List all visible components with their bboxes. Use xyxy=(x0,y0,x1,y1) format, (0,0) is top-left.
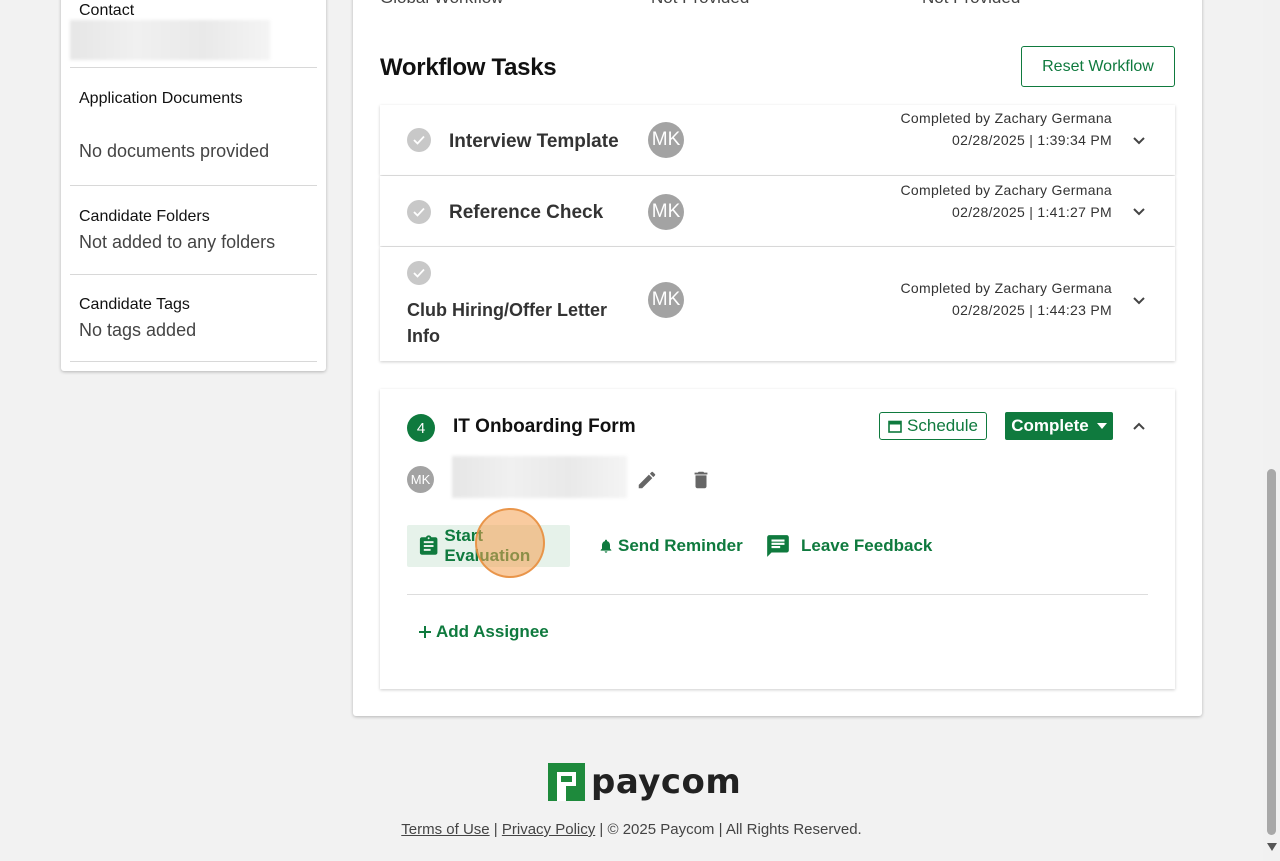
scrollbar-thumb[interactable] xyxy=(1267,469,1276,835)
chevron-up-icon[interactable] xyxy=(1131,418,1147,434)
task-interview-template[interactable]: Interview Template MK Completed by Zacha… xyxy=(380,105,1175,175)
contact-redacted xyxy=(70,20,270,60)
start-evaluation-label: Start Evaluation xyxy=(444,526,531,565)
task-name: Interview Template xyxy=(449,131,619,152)
completed-at: 02/28/2025 | 1:44:23 PM xyxy=(952,302,1112,318)
contact-divider xyxy=(70,67,317,68)
leave-feedback-label: Leave Feedback xyxy=(801,536,933,555)
plus-icon xyxy=(419,626,431,638)
application-documents-value: No documents provided xyxy=(79,141,270,161)
scroll-down-arrow-icon[interactable] xyxy=(1267,843,1277,851)
footer-separator: | xyxy=(599,821,604,838)
avatar: MK xyxy=(648,282,684,318)
assignee-avatar: MK xyxy=(407,466,434,493)
feedback-icon xyxy=(767,535,789,557)
candidate-sidebar-card: Contact Application Documents No documen… xyxy=(61,0,326,371)
tags-divider xyxy=(70,361,317,362)
reset-workflow-button[interactable]: Reset Workflow xyxy=(1021,46,1175,87)
candidate-folders-value: Not added to any folders xyxy=(79,232,276,252)
completed-check-icon xyxy=(407,261,431,285)
paycom-logo-text: paycom xyxy=(591,762,742,802)
completed-at: 02/28/2025 | 1:39:34 PM xyxy=(952,132,1112,148)
chevron-down-icon[interactable] xyxy=(1131,132,1147,148)
complete-dropdown-button[interactable]: Complete xyxy=(1005,412,1113,440)
assignee-name-redacted xyxy=(452,456,627,498)
add-assignee-button[interactable]: Add Assignee xyxy=(418,611,549,653)
completed-info: Completed by Zachary Germana 02/28/2025 … xyxy=(901,277,1113,321)
task-it-onboarding-form: 4 IT Onboarding Form Schedule Complete M… xyxy=(380,389,1175,689)
completed-check-icon xyxy=(407,128,431,152)
chevron-down-icon[interactable] xyxy=(1131,203,1147,219)
documents-divider xyxy=(70,185,317,186)
edit-icon[interactable] xyxy=(636,469,658,491)
caret-down-icon xyxy=(1096,423,1107,429)
vertical-scrollbar[interactable] xyxy=(1263,0,1280,861)
leave-feedback-button[interactable]: Leave Feedback xyxy=(765,525,932,567)
terms-of-use-link[interactable]: Terms of Use xyxy=(401,821,489,838)
paycom-logo-icon xyxy=(548,763,585,801)
start-evaluation-button[interactable]: Start Evaluation xyxy=(407,525,570,567)
clipboard-icon xyxy=(419,535,438,555)
privacy-policy-link[interactable]: Privacy Policy xyxy=(502,821,595,838)
send-reminder-label: Send Reminder xyxy=(618,536,743,555)
candidate-tags-label: Candidate Tags xyxy=(79,296,190,313)
task-name: Reference Check xyxy=(449,202,604,223)
task-reference-check[interactable]: Reference Check MK Completed by Zachary … xyxy=(380,176,1175,246)
workflow-tasks-title: Workflow Tasks xyxy=(380,54,557,81)
avatar: MK xyxy=(648,194,684,230)
active-task-name: IT Onboarding Form xyxy=(453,416,636,437)
candidate-folders-label: Candidate Folders xyxy=(79,208,210,225)
paycom-logo: paycom xyxy=(548,762,741,802)
footer-separator: | xyxy=(493,821,498,838)
trash-icon[interactable] xyxy=(690,469,712,491)
global-workflow-label: Global Workflow xyxy=(380,0,503,8)
calendar-icon xyxy=(888,420,902,433)
task-name: Club Hiring/Offer Letter Info xyxy=(407,300,608,346)
schedule-label: Schedule xyxy=(907,416,978,435)
step-number-badge: 4 xyxy=(407,414,435,442)
task-club-hiring[interactable]: Club Hiring/Offer Letter Info MK Complet… xyxy=(380,247,1175,361)
chevron-down-icon[interactable] xyxy=(1131,292,1147,308)
completed-at: 02/28/2025 | 1:41:27 PM xyxy=(952,204,1112,220)
copyright-text: © 2025 Paycom | All Rights Reserved. xyxy=(607,821,862,838)
folders-divider xyxy=(70,274,317,275)
global-workflow-value-1: Not Provided xyxy=(651,0,749,8)
schedule-button[interactable]: Schedule xyxy=(879,412,987,440)
complete-label: Complete xyxy=(1011,416,1089,435)
contact-label: Contact xyxy=(79,2,135,19)
send-reminder-button[interactable]: Send Reminder xyxy=(598,525,743,567)
completed-info: Completed by Zachary Germana 02/28/2025 … xyxy=(901,179,1113,223)
workflow-card: Global Workflow Not Provided Not Provide… xyxy=(353,0,1202,716)
assignee-divider xyxy=(407,594,1148,595)
completed-check-icon xyxy=(407,200,431,224)
completed-by: Completed by Zachary Germana xyxy=(900,110,1112,126)
footer-links: Terms of Use | Privacy Policy | © 2025 P… xyxy=(0,821,1263,838)
avatar: MK xyxy=(648,122,684,158)
add-assignee-label: Add Assignee xyxy=(436,622,549,641)
completed-by: Completed by Zachary Germana xyxy=(900,182,1112,198)
completed-info: Completed by Zachary Germana 02/28/2025 … xyxy=(901,107,1113,151)
application-documents-label: Application Documents xyxy=(79,90,243,107)
bell-icon xyxy=(600,539,612,553)
global-workflow-value-2: Not Provided xyxy=(922,0,1020,8)
completed-by: Completed by Zachary Germana xyxy=(900,280,1112,296)
candidate-tags-value: No tags added xyxy=(79,320,197,340)
